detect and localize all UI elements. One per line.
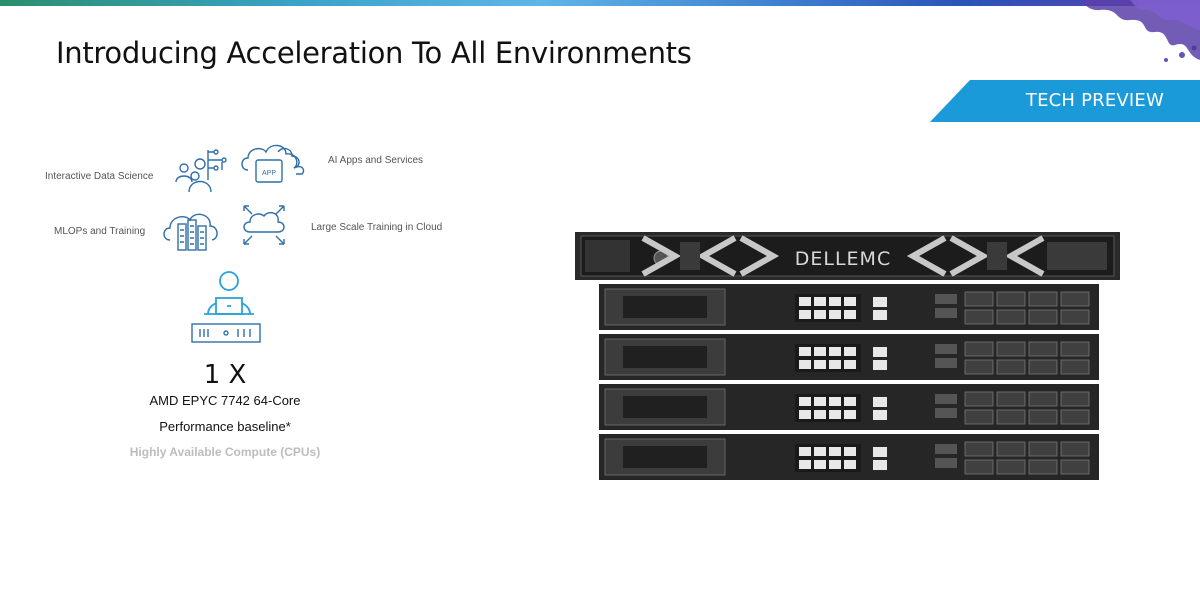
cpu-model: AMD EPYC 7742 64-Core xyxy=(149,393,301,408)
use-case-label-interactive-data-science: Interactive Data Science xyxy=(45,171,154,182)
performance-baseline-label: Performance baseline* xyxy=(159,419,291,434)
accelerator-unit xyxy=(599,384,1099,430)
dell-emc-server: DELLEMC xyxy=(575,232,1120,280)
server-unit-icon xyxy=(191,323,261,343)
accelerator-unit xyxy=(599,434,1099,480)
data-science-icon xyxy=(175,149,227,193)
use-case-label-ai-apps: AI Apps and Services xyxy=(328,155,424,166)
server-brand-logo: DELLEMC xyxy=(795,248,891,270)
compute-category-label: Highly Available Compute (CPUs) xyxy=(129,445,321,459)
top-gradient-band xyxy=(0,0,1200,6)
cloud-datacenter-icon xyxy=(163,213,218,251)
badge-label: TECH PREVIEW xyxy=(1025,90,1164,111)
use-case-label-large-scale-training: Large Scale Training in Cloud xyxy=(311,222,443,233)
paint-splash-decoration xyxy=(1080,0,1200,62)
performance-multiplier: 1 X xyxy=(203,360,247,390)
cloud-scale-icon xyxy=(243,205,285,245)
cloud-app-icon: APP xyxy=(241,144,305,183)
user-laptop-icon xyxy=(204,271,254,315)
slide-title: Introducing Acceleration To All Environm… xyxy=(56,36,692,70)
svg-text:APP: APP xyxy=(262,170,276,177)
accelerator-unit xyxy=(599,284,1099,330)
tech-preview-badge: TECH PREVIEW xyxy=(930,80,1200,122)
accelerator-unit xyxy=(599,334,1099,380)
server-stack-image: DELLEMC xyxy=(575,232,1120,480)
use-case-label-mlops: MLOPs and Training xyxy=(54,226,146,237)
